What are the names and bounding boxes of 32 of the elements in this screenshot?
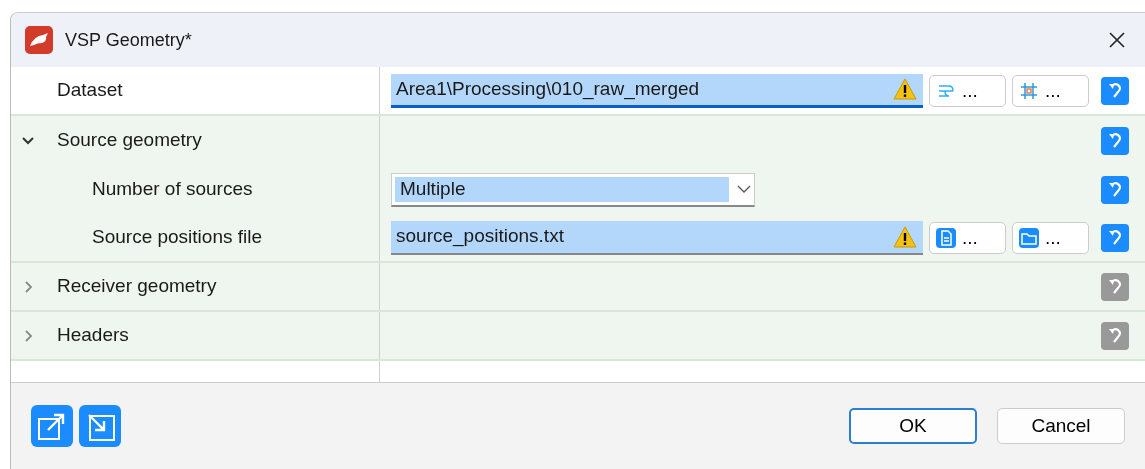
grid-icon [1019, 80, 1039, 101]
app-logo-icon [25, 26, 53, 54]
close-icon [1107, 30, 1127, 50]
dropdown[interactable]: Multiple [391, 172, 755, 207]
dialog-button[interactable]: Cancel [997, 408, 1125, 444]
export-button[interactable] [31, 405, 73, 447]
browse-button[interactable]: ... [929, 221, 1006, 254]
path-field[interactable]: Area1\Processing\010_raw_merged [391, 73, 923, 108]
browse-button[interactable]: ... [929, 74, 1006, 107]
group-label: Receiver geometry [56, 274, 217, 299]
reset-button[interactable] [1101, 126, 1129, 155]
window-title: VSP Geometry* [65, 28, 193, 52]
reset-button[interactable] [1101, 223, 1129, 252]
property-label: Dataset [56, 78, 123, 103]
browse-button[interactable]: ... [1012, 74, 1089, 107]
property-label: Number of sources [91, 177, 253, 202]
reset-button[interactable] [1101, 175, 1129, 204]
dialog-button[interactable]: OK [849, 408, 977, 444]
warning-icon [893, 78, 917, 100]
group-label: Headers [56, 323, 129, 348]
chevron-down-icon [737, 184, 751, 194]
import-button[interactable] [79, 405, 121, 447]
browse-button[interactable]: ... [1012, 221, 1089, 254]
reset-button[interactable] [1101, 272, 1129, 301]
folder-icon [1019, 227, 1039, 248]
reset-button[interactable] [1101, 76, 1129, 105]
property-label: Source positions file [91, 225, 263, 250]
document-icon [936, 227, 956, 248]
reset-button[interactable] [1101, 321, 1129, 350]
warning-icon [893, 225, 917, 248]
group-label: Source geometry [56, 128, 202, 153]
path-field[interactable]: source_positions.txt [391, 220, 923, 255]
